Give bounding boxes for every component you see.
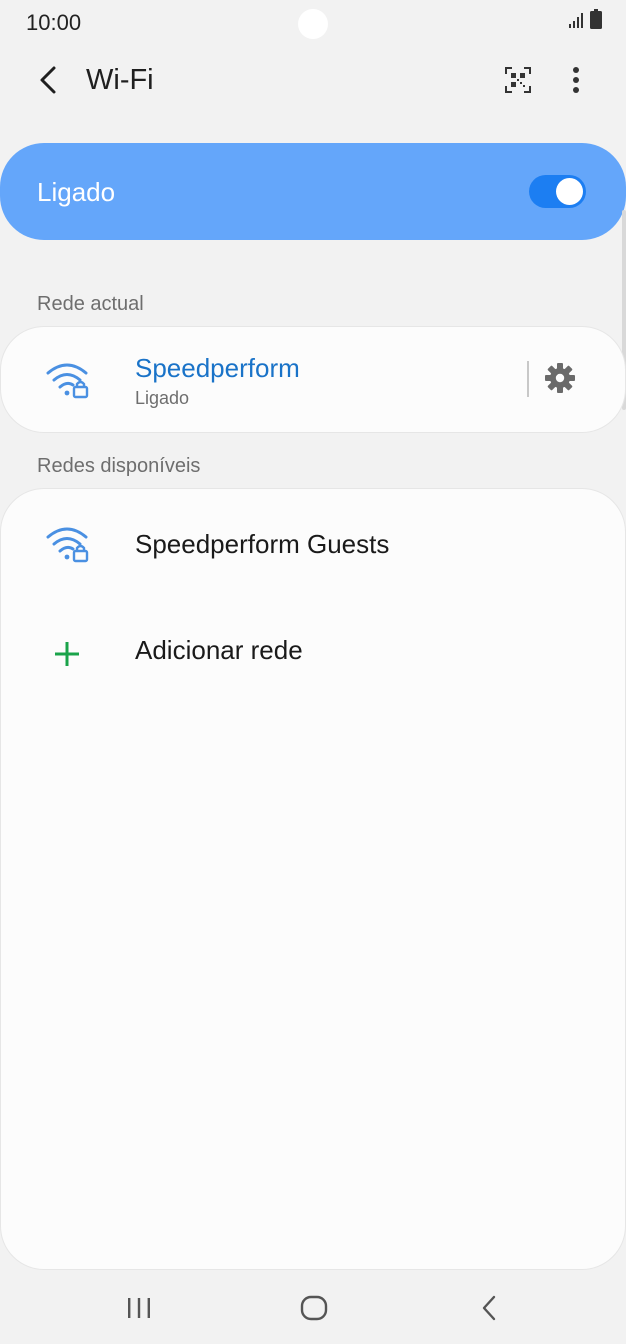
network-settings-button[interactable] [541,361,579,399]
status-time: 10:00 [26,10,82,35]
qr-code-icon [505,66,531,98]
current-network-card[interactable]: Speedperform Ligado [0,326,626,433]
add-network-label: Adicionar rede [135,635,303,665]
more-vertical-icon [572,66,580,99]
section-header-available: Redes disponíveis [37,455,201,477]
wifi-lock-icon [45,361,89,399]
plus-icon [53,640,81,668]
wifi-toggle[interactable] [529,175,586,208]
home-icon [300,1295,328,1326]
wifi-master-switch[interactable]: Ligado [0,143,626,240]
status-bar: 10:00 [0,0,626,48]
qr-code-button[interactable] [498,62,538,102]
back-button[interactable] [28,62,68,102]
home-button[interactable] [289,1290,339,1330]
camera-cutout [298,9,328,39]
signal-bars-icon [568,11,586,34]
master-switch-label: Ligado [37,177,116,207]
add-network-button[interactable]: Adicionar rede [1,597,626,703]
current-network-status: Ligado [135,388,190,408]
status-icons [568,9,602,34]
more-options-button[interactable] [558,62,594,102]
back-icon [480,1295,498,1326]
wifi-lock-icon [45,525,89,563]
current-network-name: Speedperform [135,353,300,383]
divider [527,361,529,397]
gear-icon [543,361,577,400]
network-item-name: Speedperform Guests [135,529,390,559]
recents-button[interactable] [114,1290,164,1330]
chevron-left-icon [37,65,59,100]
toggle-thumb [556,178,583,205]
system-nav-bar [0,1272,626,1344]
available-networks-card: Speedperform Guests Adicionar rede [0,488,626,1270]
section-header-current: Rede actual [37,293,144,315]
battery-icon [590,9,602,34]
recents-icon [126,1296,152,1325]
nav-back-button[interactable] [464,1290,514,1330]
page-title: Wi-Fi [86,64,154,96]
network-item[interactable]: Speedperform Guests [1,491,626,597]
app-bar: Wi-Fi [0,48,626,118]
